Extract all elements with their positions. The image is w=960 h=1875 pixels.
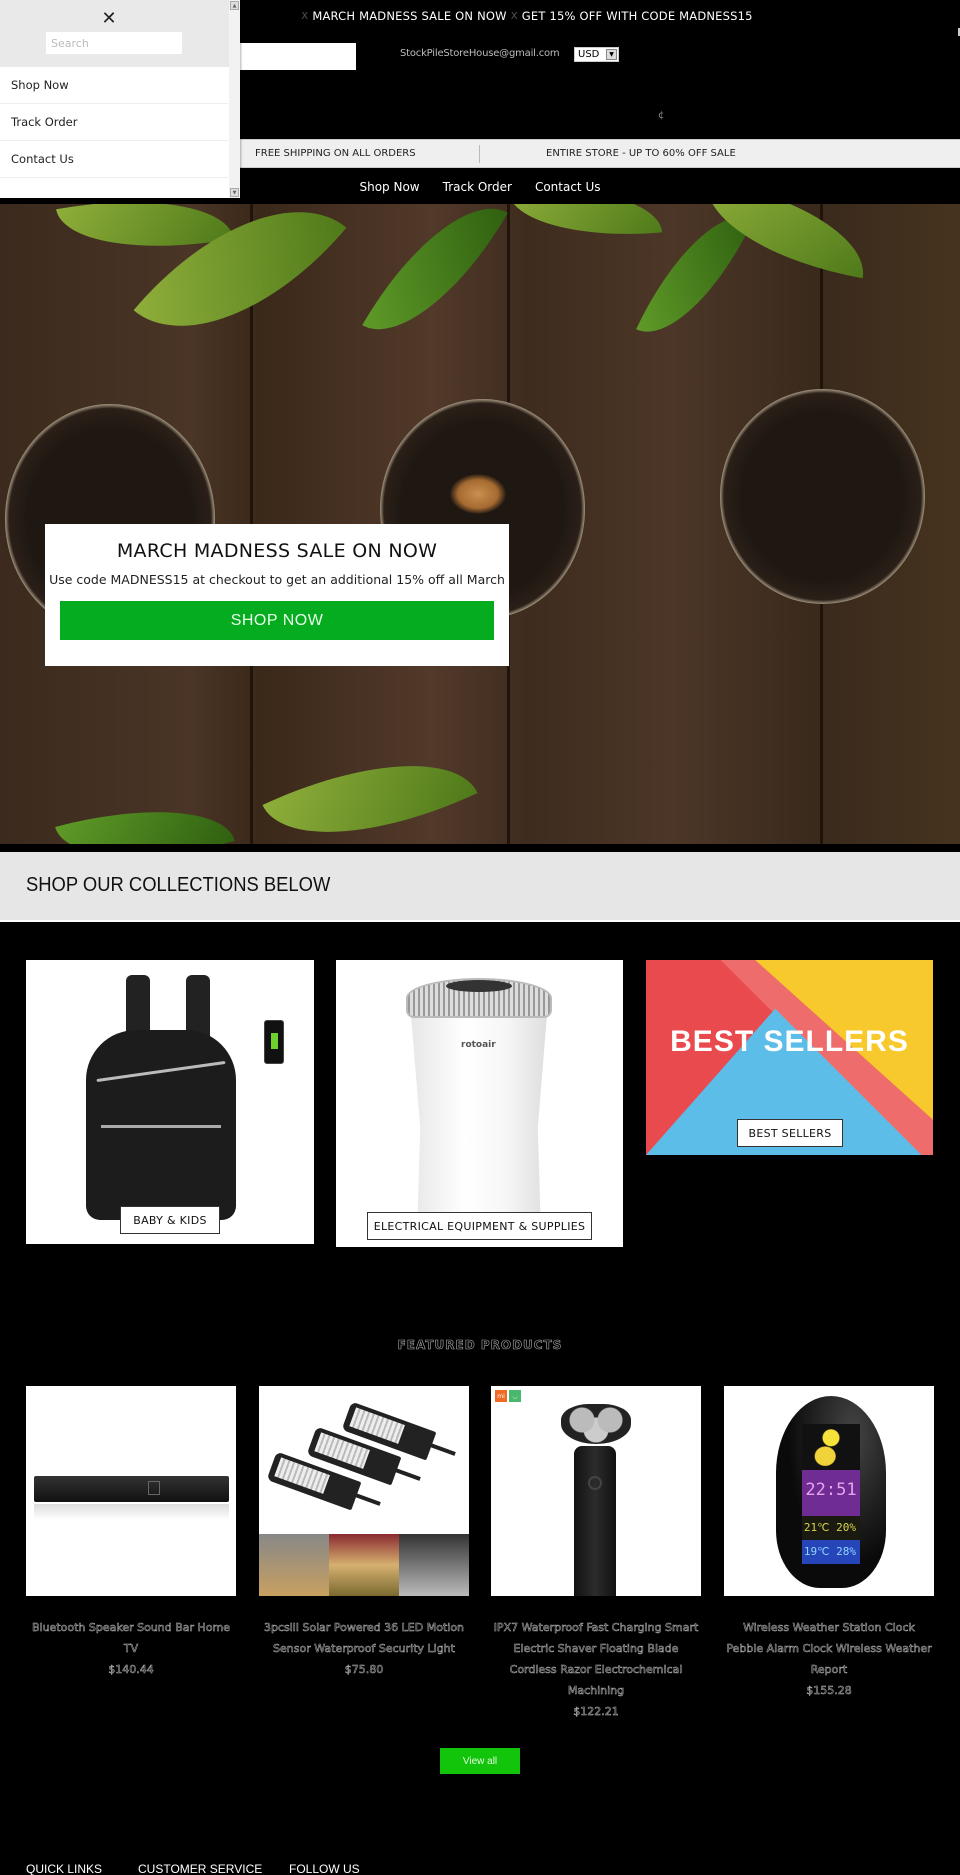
promo-free-shipping: FREE SHIPPING ON ALL ORDERS bbox=[255, 148, 416, 159]
currency-select[interactable]: USD ▼ bbox=[574, 47, 619, 62]
sound-bar-image bbox=[34, 1476, 229, 1502]
phone-image bbox=[264, 1020, 284, 1064]
footer-heading-quick-links: QUICK LINKS bbox=[26, 1862, 103, 1875]
announcement-separator-icon: X bbox=[301, 10, 309, 22]
drawer-item-track-order[interactable]: Track Order bbox=[0, 104, 228, 141]
product-image-solar-light[interactable] bbox=[259, 1386, 469, 1596]
collection-tile-baby-kids[interactable]: BABY & KIDS bbox=[26, 960, 314, 1244]
weather-indoor: 21℃ 20% bbox=[802, 1516, 860, 1540]
product-title[interactable]: Wireless Weather Station Clock Pebble Al… bbox=[724, 1617, 934, 1680]
product-image-shaver[interactable]: mi ◡ bbox=[491, 1386, 701, 1596]
product-title[interactable]: Bluetooth Speaker Sound Bar Home TV bbox=[26, 1617, 236, 1659]
collections-heading-band: SHOP OUR COLLECTIONS BELOW bbox=[0, 852, 960, 922]
drawer-item-contact-us[interactable]: Contact Us bbox=[0, 141, 228, 178]
close-icon[interactable]: ✕ bbox=[99, 8, 119, 28]
nav-track-order[interactable]: Track Order bbox=[443, 180, 512, 194]
cart-icon[interactable]: ¢ bbox=[658, 110, 664, 121]
seeds-image bbox=[450, 474, 506, 514]
announcement-message: GET 15% OFF WITH CODE MADNESS15 bbox=[521, 9, 753, 23]
promo-sale: ENTIRE STORE - UP TO 60% OFF SALE bbox=[546, 148, 736, 159]
collections-heading: SHOP OUR COLLECTIONS BELOW bbox=[26, 874, 331, 896]
promo-divider bbox=[479, 145, 480, 163]
purifier-brand-text: rotoair bbox=[461, 1040, 496, 1050]
leaf-image bbox=[507, 204, 663, 246]
leaf-image bbox=[362, 204, 508, 361]
hero-promo-card: MARCH MADNESS SALE ON NOW Use code MADNE… bbox=[45, 524, 509, 666]
view-all-button[interactable]: View all bbox=[440, 1748, 520, 1774]
collection-label[interactable]: BABY & KIDS bbox=[120, 1206, 220, 1234]
announcement-message: MARCH MADNESS SALE ON NOW bbox=[312, 9, 507, 23]
weather-time: 22:51 bbox=[802, 1470, 860, 1516]
footer-heading-follow-us: FOLLOW US bbox=[289, 1862, 360, 1875]
announcement-separator-icon: X bbox=[510, 10, 518, 22]
leaf-image bbox=[262, 720, 478, 844]
scroll-up-icon[interactable]: ▲ bbox=[230, 1, 239, 10]
product-card: Bluetooth Speaker Sound Bar Home TV $140… bbox=[26, 1617, 236, 1680]
product-title[interactable]: 3pcslll Solar Powered 36 LED Motion Sens… bbox=[259, 1617, 469, 1659]
solar-light-photos bbox=[259, 1534, 469, 1596]
drawer-border bbox=[0, 198, 240, 200]
scroll-down-icon[interactable]: ▼ bbox=[230, 188, 239, 197]
collection-label[interactable]: ELECTRICAL EQUIPMENT & SUPPLIES bbox=[367, 1212, 592, 1240]
shaver-image bbox=[574, 1446, 616, 1596]
drawer-item-shop-now[interactable]: Shop Now bbox=[0, 67, 228, 104]
drawer-scrollbar[interactable]: ▲ ▼ bbox=[229, 0, 240, 198]
product-price: $155.28 bbox=[806, 1684, 852, 1698]
collection-label[interactable]: BEST SELLERS bbox=[737, 1119, 843, 1147]
chevron-down-icon: ▼ bbox=[606, 49, 617, 60]
leaf-image bbox=[55, 783, 235, 844]
weather-outdoor: 19℃ 28% bbox=[802, 1540, 860, 1564]
product-image-sound-bar[interactable] bbox=[26, 1386, 236, 1596]
best-sellers-graphic-text: BEST SELLERS bbox=[670, 1025, 909, 1058]
collection-tile-electrical[interactable]: rotoair ELECTRICAL EQUIPMENT & SUPPLIES bbox=[336, 960, 623, 1247]
product-title[interactable]: IPX7 Waterproof Fast Charging Smart Elec… bbox=[491, 1617, 701, 1701]
hero-title: MARCH MADNESS SALE ON NOW bbox=[116, 540, 438, 562]
product-card: 3pcslll Solar Powered 36 LED Motion Sens… bbox=[259, 1617, 469, 1680]
drawer-search-input[interactable] bbox=[46, 32, 182, 54]
shop-now-button[interactable]: SHOP NOW bbox=[60, 601, 494, 640]
drawer-header: ✕ bbox=[0, 0, 240, 67]
currency-selected: USD bbox=[578, 49, 600, 60]
nav-shop-now[interactable]: Shop Now bbox=[359, 180, 419, 194]
weather-station-display: 22:51 21℃ 20% 19℃ 28% bbox=[802, 1424, 860, 1564]
product-card: Wireless Weather Station Clock Pebble Al… bbox=[724, 1617, 934, 1701]
product-price: $75.80 bbox=[344, 1663, 384, 1677]
product-price: $122.21 bbox=[573, 1705, 619, 1719]
collection-tile-best-sellers[interactable]: BEST SELLERS BEST SELLERS bbox=[646, 960, 933, 1155]
air-purifier-image bbox=[409, 990, 549, 1220]
soil-pot-image bbox=[720, 389, 925, 604]
header-search-input[interactable] bbox=[230, 43, 356, 70]
hero-banner: MARCH MADNESS SALE ON NOW Use code MADNE… bbox=[0, 204, 960, 844]
weather-sun-cloud-icon bbox=[802, 1424, 860, 1470]
product-card: IPX7 Waterproof Fast Charging Smart Elec… bbox=[491, 1617, 701, 1722]
mi-logo-icon: mi ◡ bbox=[495, 1390, 521, 1402]
contact-email[interactable]: StockPileStoreHouse@gmail.com bbox=[400, 48, 560, 59]
product-image-weather-station[interactable]: 22:51 21℃ 20% 19℃ 28% bbox=[724, 1386, 934, 1596]
mobile-nav-drawer: ✕ Shop Now Track Order Contact Us ▲ ▼ bbox=[0, 0, 240, 198]
hero-subtitle: Use code MADNESS15 at checkout to get an… bbox=[49, 572, 505, 587]
footer-heading-customer-service: CUSTOMER SERVICE bbox=[138, 1862, 263, 1875]
nav-contact-us[interactable]: Contact Us bbox=[535, 180, 601, 194]
product-price: $140.44 bbox=[108, 1663, 154, 1677]
featured-products-heading: FEATURED PRODUCTS bbox=[397, 1338, 563, 1353]
